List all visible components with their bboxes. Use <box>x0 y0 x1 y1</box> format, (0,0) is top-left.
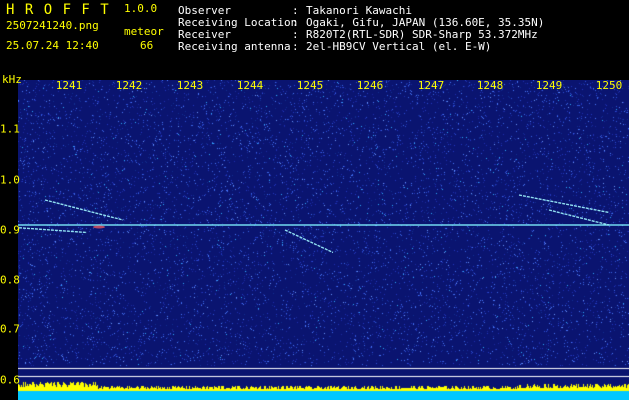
info-antenna-sep: : <box>292 40 299 53</box>
x-tick: 1243 <box>176 79 204 92</box>
info-receiver-value: R820T2(RTL-SDR) SDR-Sharp 53.372MHz <box>306 28 538 41</box>
info-location-value: Ogaki, Gifu, JAPAN (136.60E, 35.35N) <box>306 16 545 29</box>
y-tick: 0.7 <box>0 322 20 336</box>
y-tick: 0.8 <box>0 273 20 287</box>
app-title: H R O F F T <box>6 2 110 18</box>
y-tick: 0.6 <box>0 373 20 387</box>
info-observer-value: Takanori Kawachi <box>306 4 412 17</box>
x-tick: 1242 <box>115 79 143 92</box>
x-tick: 1249 <box>535 79 563 92</box>
info-antenna-key: Receiving antenna <box>178 40 291 53</box>
y-axis-unit: kHz <box>2 73 22 86</box>
meteor-label: meteor <box>124 25 164 38</box>
info-location-key: Receiving Location <box>178 16 298 29</box>
meteor-trace <box>518 194 610 214</box>
meteor-trace <box>548 209 610 226</box>
x-tick: 1244 <box>236 79 264 92</box>
meteor-trace <box>284 229 334 254</box>
spectrogram <box>18 80 629 400</box>
meteor-trace-overlay <box>18 194 629 254</box>
x-tick: 1248 <box>476 79 504 92</box>
signal-hotspot <box>93 225 105 229</box>
header: H R O F F T 1.0.0 2507241240.png 25.07.2… <box>0 0 629 76</box>
app-version: 1.0.0 <box>124 2 158 15</box>
meteor-trace <box>18 227 88 234</box>
info-observer-key: Observer <box>178 4 231 17</box>
capture-datetime: 25.07.24 12:40 <box>6 39 99 52</box>
y-tick: 1.0 <box>0 173 20 187</box>
x-tick: 1245 <box>296 79 324 92</box>
meteor-trace <box>44 199 124 221</box>
info-observer-sep: : <box>292 4 299 17</box>
x-tick: 1247 <box>417 79 445 92</box>
file-name: 2507241240.png <box>6 19 99 32</box>
meteor-count: 66 <box>140 39 154 52</box>
x-tick: 1246 <box>356 79 384 92</box>
y-tick: 1.1 <box>0 122 20 136</box>
x-tick: 1250 <box>595 79 623 92</box>
info-receiver-key: Receiver <box>178 28 231 41</box>
info-antenna-value: 2el-HB9CV Vertical (el. E-W) <box>306 40 492 53</box>
info-receiver-sep: : <box>292 28 299 41</box>
info-location-sep: : <box>292 16 299 29</box>
x-tick: 1241 <box>55 79 83 92</box>
y-tick: 0.9 <box>0 223 20 237</box>
